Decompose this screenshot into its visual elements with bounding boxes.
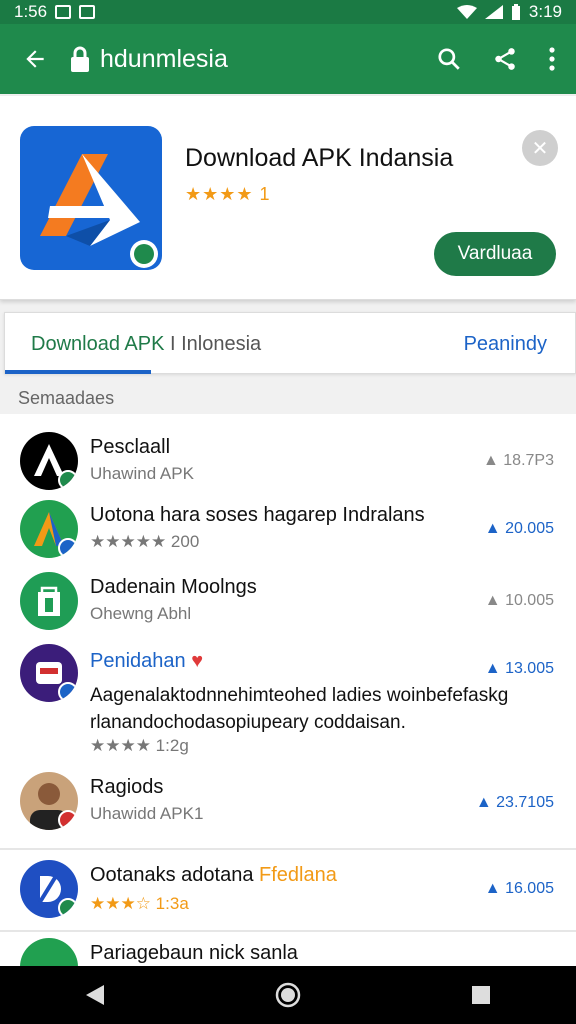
item-name: Penidahan ♥ bbox=[90, 650, 204, 672]
user-avatar-photo bbox=[20, 772, 78, 830]
photo-notification-icon bbox=[79, 5, 96, 19]
square-recents-icon bbox=[471, 986, 490, 1004]
status-time-right: 3:19 bbox=[528, 2, 562, 21]
app-list: Pesclaall Uhawind APK ▲ 18.7P3 Uotona ha… bbox=[0, 414, 576, 966]
tab-label-main: Download APK bbox=[31, 333, 165, 355]
app-title: Download APK Indansia bbox=[185, 144, 454, 172]
verified-badge-icon bbox=[130, 240, 158, 268]
app-rating: ★★★★ 1 bbox=[185, 184, 271, 204]
list-item[interactable]: Pesclaall Uhawind APK ▲ 18.7P3 bbox=[0, 422, 576, 496]
app-logo bbox=[20, 126, 162, 270]
tab-peanindy[interactable]: Peanindy bbox=[464, 333, 547, 356]
download-badge-icon bbox=[58, 538, 78, 558]
image-notification-icon bbox=[55, 5, 72, 19]
wifi-icon bbox=[456, 5, 477, 19]
app-bar-title: hdunmlesia bbox=[70, 45, 436, 74]
item-sub: Uhawind APK bbox=[90, 464, 194, 483]
circle-home-icon bbox=[275, 982, 301, 1008]
item-name: Pesclaall bbox=[90, 436, 171, 458]
item-name: Uotona hara soses hagarep Indralans bbox=[90, 504, 425, 526]
search-button[interactable] bbox=[436, 46, 462, 72]
app-avatar-bag bbox=[20, 572, 78, 630]
battery-icon bbox=[511, 4, 520, 20]
add-badge-icon bbox=[58, 470, 78, 490]
close-icon: ✕ bbox=[531, 137, 549, 160]
status-time-left: 1:56 bbox=[14, 2, 48, 21]
item-description: Aagenalaktodnnehimteohed ladies woinbefe… bbox=[90, 685, 509, 733]
item-sub: ★★★☆ 1:3a bbox=[90, 894, 189, 913]
item-name: Dadenain Moolngs bbox=[90, 576, 257, 598]
tab-download-apk[interactable]: Download APK I Inlonesia bbox=[31, 333, 261, 356]
shield-badge-icon bbox=[58, 682, 78, 702]
thumb-icon: ▲ bbox=[475, 794, 497, 811]
app-avatar-d bbox=[20, 860, 78, 918]
app-avatar-a bbox=[20, 432, 78, 490]
record-badge-icon bbox=[58, 810, 78, 830]
item-meta: ▲ 13.005 bbox=[484, 660, 554, 677]
back-button[interactable] bbox=[0, 24, 70, 94]
divider bbox=[0, 848, 576, 850]
item-name: Ragiods bbox=[90, 776, 164, 798]
thumb-icon: ▲ bbox=[484, 880, 506, 897]
item-sub: ★★★★★ 200 bbox=[90, 532, 200, 551]
install-button[interactable]: Vardluaa bbox=[434, 232, 556, 276]
shopping-bag-icon bbox=[38, 586, 60, 616]
triangle-back-icon bbox=[86, 985, 105, 1005]
dismiss-button[interactable]: ✕ bbox=[522, 130, 558, 166]
share-button[interactable] bbox=[492, 46, 518, 72]
arrow-left-icon bbox=[26, 50, 44, 68]
app-avatar-partial bbox=[20, 938, 78, 966]
nav-home-button[interactable] bbox=[275, 982, 301, 1008]
list-item[interactable]: Dadenain Moolngs Ohewng Abhl ▲ 10.005 bbox=[0, 570, 576, 644]
nav-back-button[interactable] bbox=[84, 983, 106, 1007]
thumb-icon: ▲ bbox=[484, 520, 506, 537]
active-tab-indicator bbox=[5, 370, 151, 374]
list-item[interactable]: Ootanaks adotana Ffedlana ★★★☆ 1:3a ▲ 16… bbox=[0, 854, 576, 928]
list-item[interactable]: Pariagebaun nick sanla bbox=[0, 932, 576, 966]
app-bar: hdunmlesia bbox=[0, 24, 576, 94]
url-text: hdunmlesia bbox=[100, 44, 228, 73]
list-item[interactable]: Penidahan ♥ ▲ 13.005 Aagenalaktodnnehimt… bbox=[0, 644, 576, 772]
more-options-button[interactable] bbox=[548, 46, 556, 72]
section-title: Semaadaes bbox=[18, 388, 115, 408]
verified-badge-icon bbox=[58, 898, 78, 918]
item-name: Ootanaks adotana Ffedlana bbox=[90, 864, 337, 886]
item-meta: ▲ 23.7105 bbox=[475, 794, 554, 811]
item-sub: Uhawidd APK1 bbox=[90, 804, 204, 823]
item-sub: ★★★★ 1:2g bbox=[90, 736, 189, 755]
search-icon bbox=[438, 48, 460, 70]
item-meta: ▲ 20.005 bbox=[484, 520, 554, 537]
thumb-icon: ▲ bbox=[484, 660, 506, 677]
item-meta: ▲ 10.005 bbox=[484, 592, 554, 609]
item-sub: Ohewng Abhl bbox=[90, 604, 192, 623]
system-nav-bar bbox=[0, 966, 576, 1024]
nav-recents-button[interactable] bbox=[470, 984, 492, 1006]
item-meta: ▲ 16.005 bbox=[484, 880, 554, 897]
item-meta: ▲ 18.7P3 bbox=[483, 452, 554, 469]
tab-bar: Download APK I Inlonesia Peanindy bbox=[4, 312, 576, 374]
lock-icon bbox=[71, 46, 89, 72]
heart-icon: ♥ bbox=[191, 650, 204, 672]
list-item[interactable]: Uotona hara soses hagarep Indralans ★★★★… bbox=[0, 496, 576, 570]
tab-label-rest: I Inlonesia bbox=[164, 333, 262, 355]
app-avatar-a-green bbox=[20, 500, 78, 558]
share-icon bbox=[495, 48, 515, 70]
item-name: Pariagebaun nick sanla bbox=[90, 942, 298, 964]
thumb-icon: ▲ bbox=[483, 452, 504, 469]
app-header-card: Download APK Indansia ★★★★ 1 ✕ Vardluaa bbox=[0, 96, 576, 300]
list-item[interactable]: Ragiods Uhawidd APK1 ▲ 23.7105 bbox=[0, 772, 576, 848]
thumb-icon: ▲ bbox=[484, 592, 506, 609]
signal-icon bbox=[484, 5, 503, 19]
more-vert-icon bbox=[549, 47, 555, 71]
app-avatar-purple bbox=[20, 644, 78, 702]
status-bar: 1:56 3:19 bbox=[0, 0, 576, 24]
